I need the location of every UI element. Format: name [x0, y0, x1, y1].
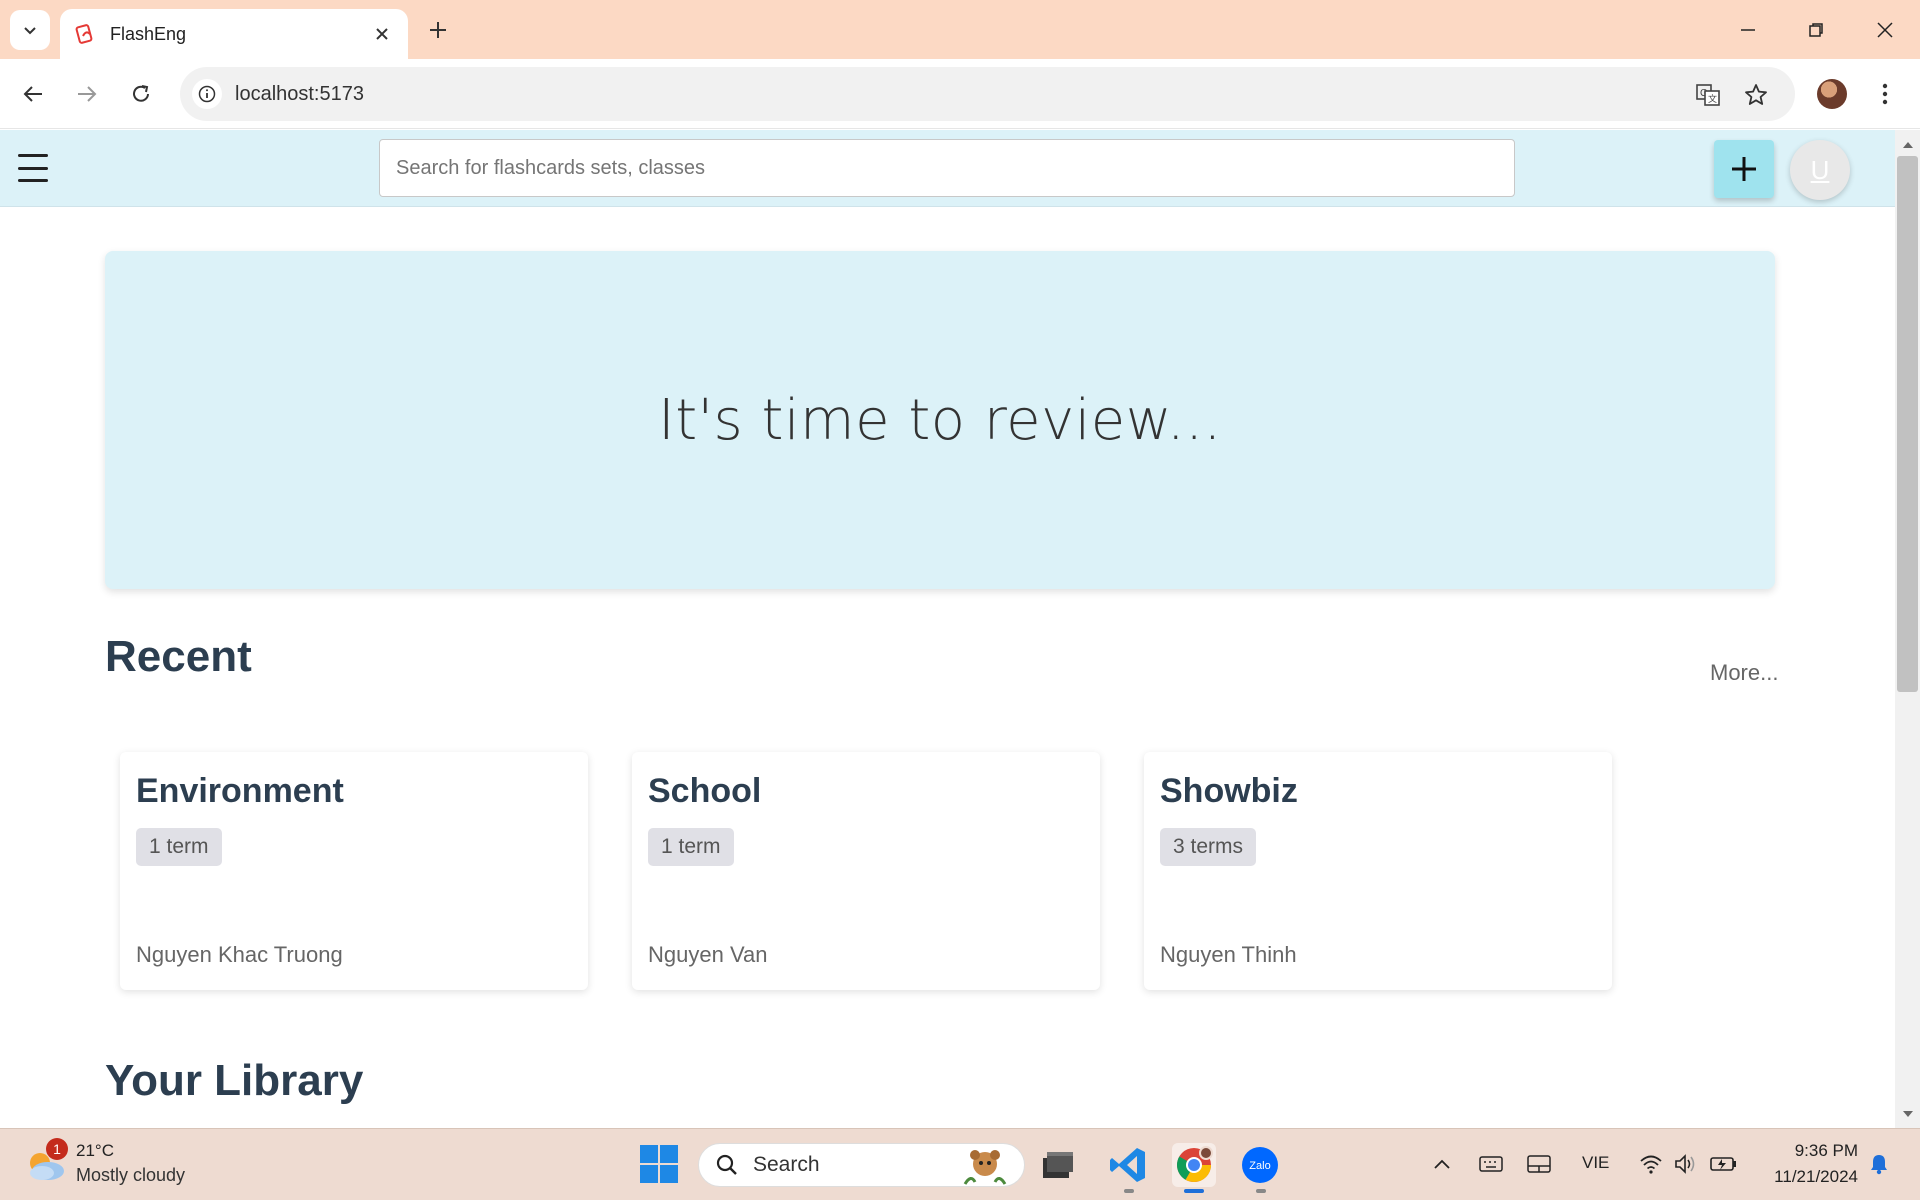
search-highlight-icon — [963, 1150, 1007, 1185]
flasheng-favicon-icon — [75, 24, 93, 44]
menu-icon[interactable] — [18, 154, 48, 182]
browser-toolbar: localhost:5173 G文 — [0, 59, 1920, 129]
taskbar: 1 21°C Mostly cloudy Search Zalo VIE 9:3… — [0, 1128, 1920, 1200]
card-title: Environment — [136, 772, 344, 810]
input-language[interactable]: VIE — [1582, 1153, 1609, 1173]
flashcard-set-card[interactable]: Showbiz 3 terms Nguyen Thinh — [1144, 752, 1612, 990]
vscode-icon[interactable] — [1106, 1143, 1150, 1187]
browser-tab-active[interactable]: FlashEng — [60, 9, 408, 59]
browser-menu-button[interactable] — [1870, 76, 1900, 112]
volume-icon[interactable] — [1672, 1151, 1698, 1177]
back-button[interactable] — [14, 75, 52, 113]
address-url: localhost:5173 — [235, 82, 364, 105]
reload-button[interactable] — [122, 75, 160, 113]
battery-charging-icon[interactable] — [1710, 1151, 1738, 1177]
search-icon — [716, 1154, 737, 1175]
arrow-left-icon — [23, 86, 42, 102]
review-banner-text: It's time to review... — [658, 387, 1222, 453]
windows-start-icon[interactable] — [640, 1145, 678, 1183]
app-header: U — [0, 130, 1895, 207]
tab-search-button[interactable] — [10, 10, 50, 50]
new-tab-button[interactable] — [420, 12, 456, 48]
user-avatar[interactable]: U — [1790, 140, 1850, 200]
term-count-badge: 1 term — [136, 828, 222, 866]
close-tab-icon[interactable] — [370, 22, 394, 46]
restore-icon — [1809, 23, 1823, 37]
restore-button[interactable] — [1793, 8, 1839, 52]
weather-notification-badge: 1 — [46, 1138, 68, 1160]
minimize-icon — [1741, 29, 1755, 31]
vscode-running-indicator — [1124, 1189, 1134, 1193]
touchpad-icon[interactable] — [1526, 1151, 1552, 1177]
translate-icon[interactable]: G文 — [1694, 81, 1722, 109]
plus-icon — [430, 22, 446, 38]
review-banner[interactable]: It's time to review... — [105, 251, 1775, 589]
recent-section-title: Recent — [105, 632, 252, 681]
taskbar-search-label: Search — [753, 1153, 820, 1176]
chevron-down-icon — [24, 27, 36, 35]
clock-date[interactable]: 11/21/2024 — [1742, 1167, 1858, 1187]
site-info-icon[interactable] — [192, 79, 222, 109]
more-vertical-icon — [1882, 83, 1888, 105]
weather-description[interactable]: Mostly cloudy — [76, 1165, 185, 1186]
card-author: Nguyen Van — [648, 942, 768, 967]
search-input[interactable] — [379, 139, 1515, 197]
arrow-right-icon — [78, 86, 97, 102]
close-icon — [1877, 22, 1893, 38]
zalo-running-indicator — [1256, 1189, 1266, 1193]
taskbar-search[interactable]: Search — [698, 1143, 1025, 1187]
clock-time[interactable]: 9:36 PM — [1762, 1141, 1858, 1161]
scroll-down-icon[interactable] — [1900, 1107, 1915, 1122]
card-title: Showbiz — [1160, 772, 1298, 810]
chrome-icon[interactable] — [1172, 1143, 1216, 1187]
close-window-button[interactable] — [1862, 8, 1908, 52]
term-count-badge: 3 terms — [1160, 828, 1257, 866]
page-viewport: U It's time to review... Recent More... … — [0, 130, 1920, 1128]
flashcard-set-card[interactable]: School 1 term Nguyen Van — [632, 752, 1100, 990]
create-button[interactable] — [1714, 140, 1774, 198]
bookmark-star-icon[interactable] — [1742, 81, 1770, 109]
browser-tabstrip: FlashEng — [0, 0, 1920, 59]
wifi-icon[interactable] — [1638, 1151, 1664, 1177]
chrome-active-indicator — [1184, 1189, 1204, 1193]
svg-text:文: 文 — [1708, 93, 1717, 104]
scrollbar-thumb[interactable] — [1897, 156, 1918, 692]
card-title: School — [648, 772, 762, 810]
svg-text:Zalo: Zalo — [1249, 1160, 1270, 1172]
forward-button[interactable] — [68, 75, 106, 113]
zalo-icon[interactable]: Zalo — [1238, 1143, 1282, 1187]
more-link[interactable]: More... — [1710, 660, 1778, 686]
keyboard-icon[interactable] — [1478, 1151, 1504, 1177]
term-count-badge: 1 term — [648, 828, 734, 866]
minimize-button[interactable] — [1725, 8, 1771, 52]
tab-title: FlashEng — [110, 23, 187, 44]
scroll-up-icon[interactable] — [1900, 136, 1915, 151]
weather-temperature[interactable]: 21°C — [76, 1141, 114, 1161]
address-bar[interactable]: localhost:5173 G文 — [180, 67, 1795, 121]
reload-icon — [133, 85, 149, 102]
library-section-title: Your Library — [105, 1056, 364, 1105]
file-explorer-icon[interactable] — [1036, 1143, 1080, 1187]
profile-avatar[interactable] — [1817, 79, 1847, 109]
flashcard-set-card[interactable]: Environment 1 term Nguyen Khac Truong — [120, 752, 588, 990]
card-author: Nguyen Thinh — [1160, 942, 1297, 967]
notification-bell-icon[interactable] — [1866, 1151, 1892, 1177]
plus-icon — [1732, 157, 1756, 181]
chevron-up-icon[interactable] — [1432, 1151, 1452, 1177]
card-author: Nguyen Khac Truong — [136, 942, 343, 967]
